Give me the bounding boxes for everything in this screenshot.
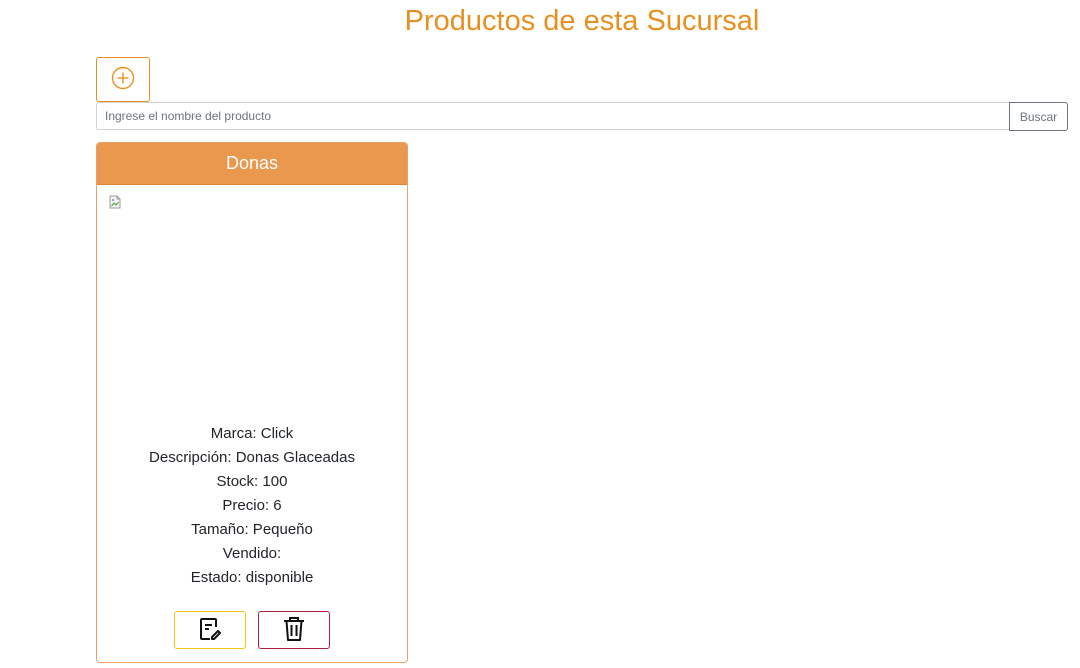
detail-marca: Marca: Click <box>210 425 294 442</box>
detail-precio: Precio: 6 <box>222 497 282 514</box>
page-title: Productos de esta Sucursal <box>404 5 760 37</box>
products-page: Productos de esta Sucursal Buscar Donas … <box>0 0 1080 668</box>
add-product-button[interactable] <box>96 57 150 102</box>
edit-product-button[interactable] <box>174 611 246 649</box>
plus-circle-icon <box>111 66 135 93</box>
product-name: Donas <box>97 143 407 185</box>
search-input[interactable] <box>96 102 1009 130</box>
detail-estado: Estado: disponible <box>190 569 314 586</box>
trash-icon <box>282 616 306 645</box>
detail-descripcion: Descripción: Donas Glaceadas <box>149 449 355 466</box>
edit-document-icon <box>198 616 222 645</box>
card-actions <box>97 611 407 649</box>
broken-image-icon <box>109 195 121 209</box>
search-button[interactable]: Buscar <box>1009 102 1068 131</box>
product-details: Marca: Click Descripción: Donas Glaceada… <box>97 422 407 590</box>
delete-product-button[interactable] <box>258 611 330 649</box>
detail-tamano: Tamaño: Pequeño <box>191 521 313 538</box>
detail-vendido: Vendido: <box>222 545 282 562</box>
product-card: Donas Marca: Click Descripción: Donas Gl… <box>96 142 408 663</box>
search-bar: Buscar <box>96 102 1068 131</box>
detail-stock: Stock: 100 <box>216 473 288 490</box>
